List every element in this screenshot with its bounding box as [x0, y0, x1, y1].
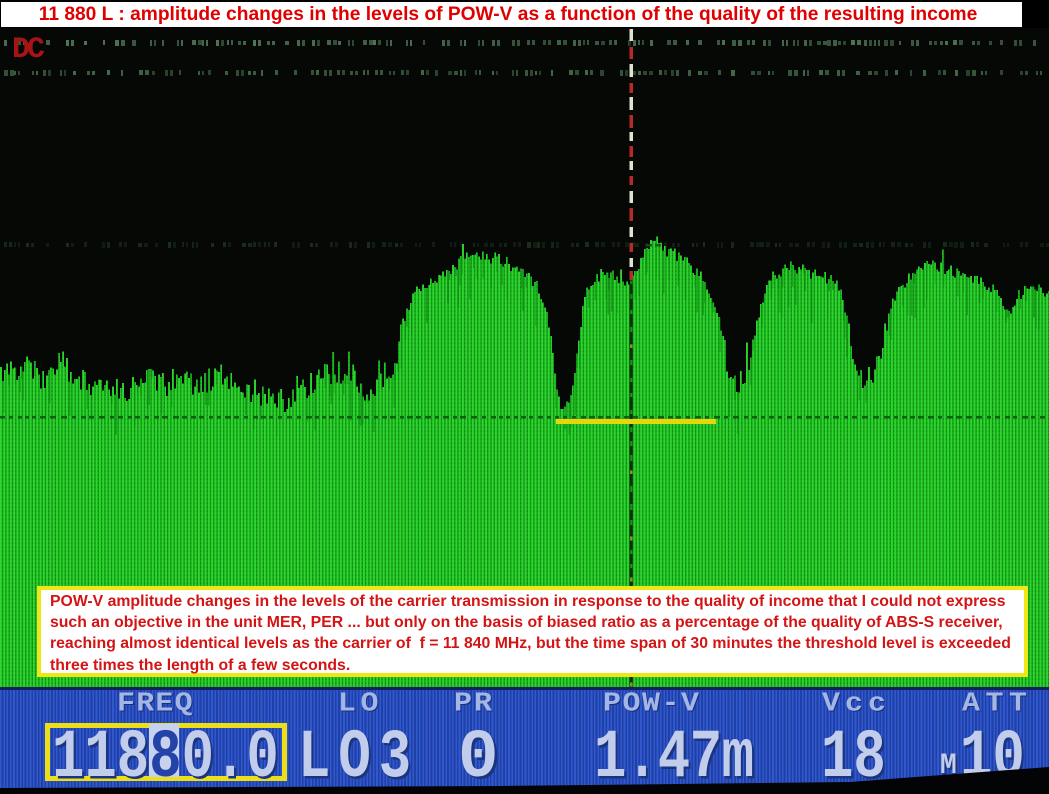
- svg-text:DC: DC: [12, 33, 45, 67]
